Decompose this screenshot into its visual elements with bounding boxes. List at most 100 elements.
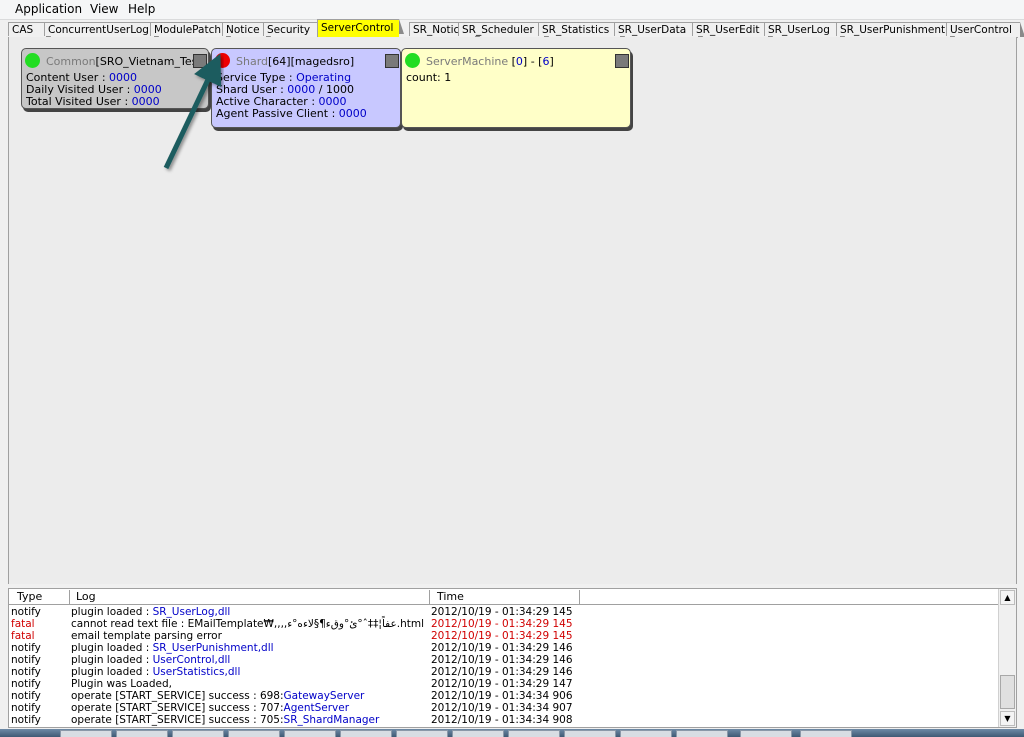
taskbar-button[interactable] xyxy=(620,730,672,737)
log-type: notify xyxy=(11,678,41,690)
log-link: SR_UserLog,dll xyxy=(152,606,231,618)
tab-sr-userpunishment[interactable]: SR_UserPunishment xyxy=(836,22,955,37)
taskbar-button[interactable] xyxy=(508,730,560,737)
log-type: fatal xyxy=(11,630,35,642)
taskbar xyxy=(0,729,1024,737)
scroll-up-icon[interactable]: ▲ xyxy=(1000,590,1015,605)
log-time: 2012/10/19 - 01:34:29 146 xyxy=(431,642,573,654)
log-message: operate [START_SERVICE] success : 707:Ag… xyxy=(71,702,349,714)
taskbar-button[interactable] xyxy=(452,730,504,737)
scroll-thumb[interactable] xyxy=(1000,675,1015,709)
log-text: operate [START_SERVICE] success : 705: xyxy=(71,714,284,726)
log-time: 2012/10/19 - 01:34:29 145 xyxy=(431,606,573,618)
column-time[interactable]: Time xyxy=(437,590,464,603)
log-text: operate [START_SERVICE] success : 707: xyxy=(71,702,284,714)
tab-modulepatch[interactable]: ModulePatch xyxy=(150,22,231,37)
tab-sr-scheduler[interactable]: SR_Scheduler xyxy=(458,22,549,37)
log-message: operate [START_SERVICE] success : 698:Ga… xyxy=(71,690,364,702)
log-panel: Type Log Time notify plugin loaded : SR_U… xyxy=(8,588,1017,728)
log-message: email template parsing error xyxy=(71,630,222,642)
log-text: cannot read text file : EMailTemplate₩,,… xyxy=(71,618,424,630)
menu-application[interactable]: Application xyxy=(15,2,82,16)
log-time: 2012/10/19 - 01:34:29 145 xyxy=(431,618,573,630)
tab-security[interactable]: Security xyxy=(263,22,324,37)
log-type: notify xyxy=(11,690,41,702)
log-type: notify xyxy=(11,714,41,726)
log-time: 2012/10/19 - 01:34:34 907 xyxy=(431,702,573,714)
log-type: notify xyxy=(11,666,41,678)
taskbar-button[interactable] xyxy=(564,730,616,737)
log-row[interactable]: notify operate [START_SERVICE] success : … xyxy=(9,690,998,702)
tab-sr-userlog[interactable]: SR_UserLog xyxy=(764,22,845,37)
column-log[interactable]: Log xyxy=(76,590,96,603)
log-row[interactable]: notify plugin loaded : SR_UserLog,dll 2012… xyxy=(9,606,998,618)
log-time: 2012/10/19 - 01:34:34 908 xyxy=(431,714,573,726)
log-text: plugin loaded : xyxy=(71,642,153,654)
taskbar-button[interactable] xyxy=(396,730,448,737)
log-message: Plugin was Loaded, xyxy=(71,678,172,690)
log-message: operate [START_SERVICE] success : 705:SR… xyxy=(71,714,379,726)
log-type: notify xyxy=(11,654,41,666)
log-message: plugin loaded : SR_UserLog,dll xyxy=(71,606,230,618)
tab-servercontrol[interactable]: ServerControl xyxy=(317,19,404,37)
column-divider[interactable] xyxy=(429,590,430,605)
log-link: GatewayServer xyxy=(283,690,365,702)
log-header: Type Log Time xyxy=(9,589,998,605)
taskbar-button[interactable] xyxy=(284,730,336,737)
log-text: email template parsing error xyxy=(71,630,222,642)
log-time: 2012/10/19 - 01:34:34 906 xyxy=(431,690,573,702)
log-message: plugin loaded : UserStatistics,dll xyxy=(71,666,240,678)
log-scrollbar[interactable]: ▲ ▼ xyxy=(998,589,1016,727)
scroll-down-icon[interactable]: ▼ xyxy=(1000,711,1015,726)
tab-sr-userdata[interactable]: SR_UserData xyxy=(614,22,703,37)
log-time: 2012/10/19 - 01:34:29 146 xyxy=(431,654,573,666)
log-type: fatal xyxy=(11,618,35,630)
taskbar-button[interactable] xyxy=(172,730,224,737)
log-row[interactable]: notify plugin loaded : SR_UserPunishment,… xyxy=(9,642,998,654)
tab-cas[interactable]: CAS xyxy=(8,22,51,37)
log-row[interactable]: fatal cannot read text file : EMailTempla… xyxy=(9,618,998,630)
server-control-canvas: Common[SRO_Vietnam_TestL Content User : … xyxy=(8,37,1017,584)
log-link: AgentServer xyxy=(283,702,350,714)
taskbar-button[interactable] xyxy=(676,730,728,737)
log-link: SR_UserPunishment,dll xyxy=(152,642,274,654)
column-type[interactable]: Type xyxy=(17,590,42,603)
tab-sr-useredit[interactable]: SR_UserEdit xyxy=(692,22,773,37)
column-divider[interactable] xyxy=(69,590,70,605)
tab-concurrentuserlog[interactable]: ConcurrentUserLog xyxy=(44,22,159,37)
tab-sr-statistics[interactable]: SR_Statistics xyxy=(538,22,625,37)
log-type: notify xyxy=(11,606,41,618)
menu-help[interactable]: Help xyxy=(128,2,155,16)
tab-usercontrol[interactable]: UserControl xyxy=(946,22,1024,37)
log-row[interactable]: notify Plugin was Loaded, 2012/10/19 - 01:… xyxy=(9,678,998,690)
log-link: UserControl,dll xyxy=(152,654,231,666)
log-row[interactable]: fatal email template parsing error 2012/10… xyxy=(9,630,998,642)
log-text: plugin loaded : xyxy=(71,606,153,618)
log-time: 2012/10/19 - 01:34:29 147 xyxy=(431,678,573,690)
tab-strip: CAS ConcurrentUserLog ModulePatch Notice… xyxy=(8,19,1024,38)
log-row[interactable]: notify operate [START_SERVICE] success : … xyxy=(9,702,998,714)
taskbar-button[interactable] xyxy=(340,730,392,737)
column-divider[interactable] xyxy=(579,590,580,605)
log-row[interactable]: notify plugin loaded : UserControl,dll 201… xyxy=(9,654,998,666)
annotation-arrow-icon xyxy=(163,53,222,170)
log-message: cannot read text file : EMailTemplate₩,,… xyxy=(71,618,424,630)
taskbar-button[interactable] xyxy=(60,730,112,737)
log-type: notify xyxy=(11,702,41,714)
log-text: Plugin was Loaded, xyxy=(71,678,172,690)
tab-notice[interactable]: Notice xyxy=(222,22,271,37)
menu-view[interactable]: View xyxy=(90,2,118,16)
log-row[interactable]: notify plugin loaded : UserStatistics,dll… xyxy=(9,666,998,678)
log-text: plugin loaded : xyxy=(71,654,153,666)
log-row[interactable]: notify operate [START_SERVICE] success : … xyxy=(9,714,998,726)
log-time: 2012/10/19 - 01:34:29 146 xyxy=(431,666,573,678)
taskbar-button[interactable] xyxy=(116,730,168,737)
log-type: notify xyxy=(11,642,41,654)
log-message: plugin loaded : UserControl,dll xyxy=(71,654,230,666)
taskbar-button[interactable] xyxy=(740,730,792,737)
log-text: plugin loaded : xyxy=(71,666,153,678)
log-time: 2012/10/19 - 01:34:29 145 xyxy=(431,630,573,642)
log-link: UserStatistics,dll xyxy=(152,666,241,678)
taskbar-button[interactable] xyxy=(228,730,280,737)
taskbar-button[interactable] xyxy=(800,730,852,737)
